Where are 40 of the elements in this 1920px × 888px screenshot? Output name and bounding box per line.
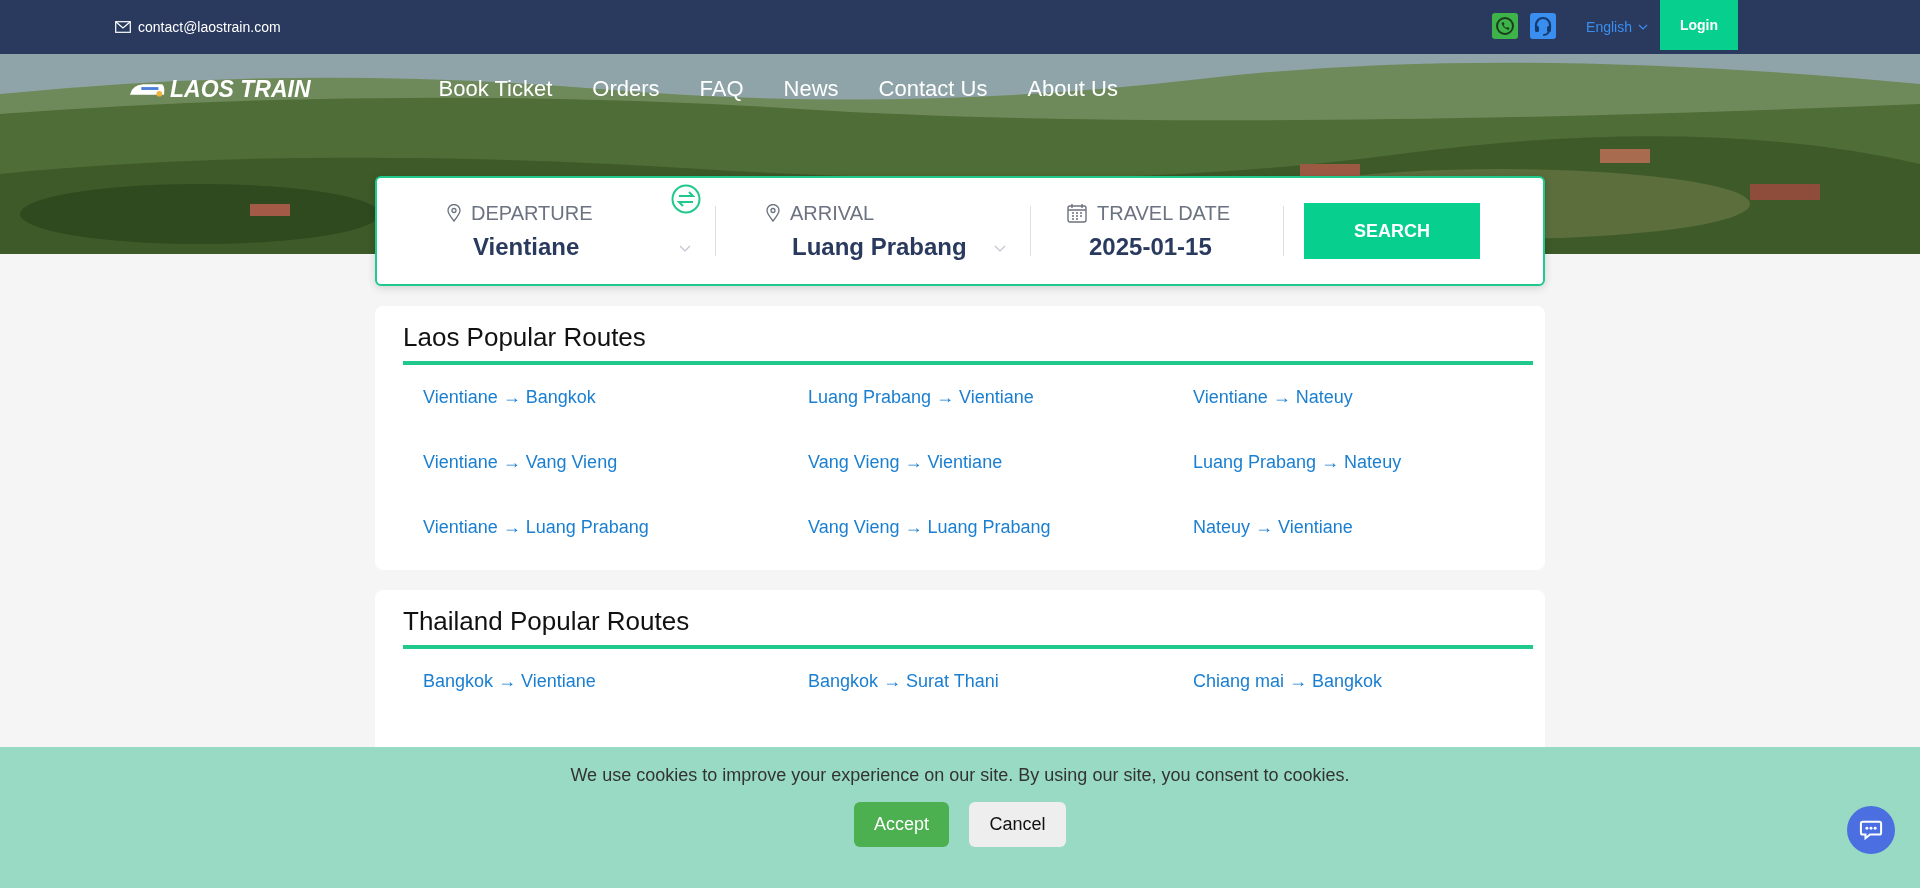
route-link[interactable]: Vang Vieng → Vientiane [808,430,1193,495]
logo[interactable]: LAOS TRAIN [128,75,311,103]
section-title: Thailand Popular Routes [403,606,1533,649]
phone-icon[interactable] [1492,13,1519,39]
location-pin-icon [447,204,461,222]
route-link[interactable]: Vientiane → Luang Prabang [423,495,808,560]
nav-link[interactable]: Contact Us [878,64,988,114]
language-selector[interactable]: English [1586,0,1648,54]
cookie-message: We use cookies to improve your experience on our site. By using our site, you consent to cookies. [570,765,1350,786]
departure-label: DEPARTURE [471,201,593,225]
calendar-icon [1067,203,1087,223]
accept-button[interactable]: Accept [854,802,949,847]
mail-icon [115,21,131,33]
nav-link[interactable]: Book Ticket [438,64,553,114]
route-link[interactable]: Chiang mai → Bangkok [1193,649,1533,714]
location-pin-icon [766,204,780,222]
travel-date-field[interactable]: 2025-01-15 [1051,232,1283,261]
route-link[interactable]: Luang Prabang → Vientiane [808,365,1193,430]
contact-email[interactable]: contact@laostrain.com [138,19,281,35]
chat-bubble-icon [1859,819,1883,841]
chevron-down-icon [1638,24,1648,30]
chevron-down-icon [679,244,691,252]
route-link[interactable]: Nateuy → Vientiane [1193,495,1533,560]
route-link[interactable]: Vientiane → Nateuy [1193,365,1533,430]
route-link[interactable]: Bangkok → Surat Thani [808,649,1193,714]
route-link[interactable]: Vientiane → Bangkok [423,365,808,430]
route-link[interactable]: Vang Vieng → Luang Prabang [808,495,1193,560]
departure-select[interactable]: Vientiane [431,232,715,261]
route-link[interactable]: Luang Prabang → Nateuy [1193,430,1533,495]
arrival-label: ARRIVAL [790,201,875,225]
headset-icon[interactable] [1530,13,1557,39]
route-link[interactable]: Vientiane → Vang Vieng [423,430,808,495]
nav-link[interactable]: FAQ [699,64,744,114]
chevron-down-icon [994,244,1006,252]
nav-link[interactable]: News [783,64,839,114]
travel-date-label: TRAVEL DATE [1097,201,1230,225]
route-link[interactable]: Bangkok → Vientiane [423,649,808,714]
arrival-select[interactable]: Luang Prabang [750,232,1030,261]
section-title: Laos Popular Routes [403,322,1533,365]
cancel-button[interactable]: Cancel [969,802,1066,847]
